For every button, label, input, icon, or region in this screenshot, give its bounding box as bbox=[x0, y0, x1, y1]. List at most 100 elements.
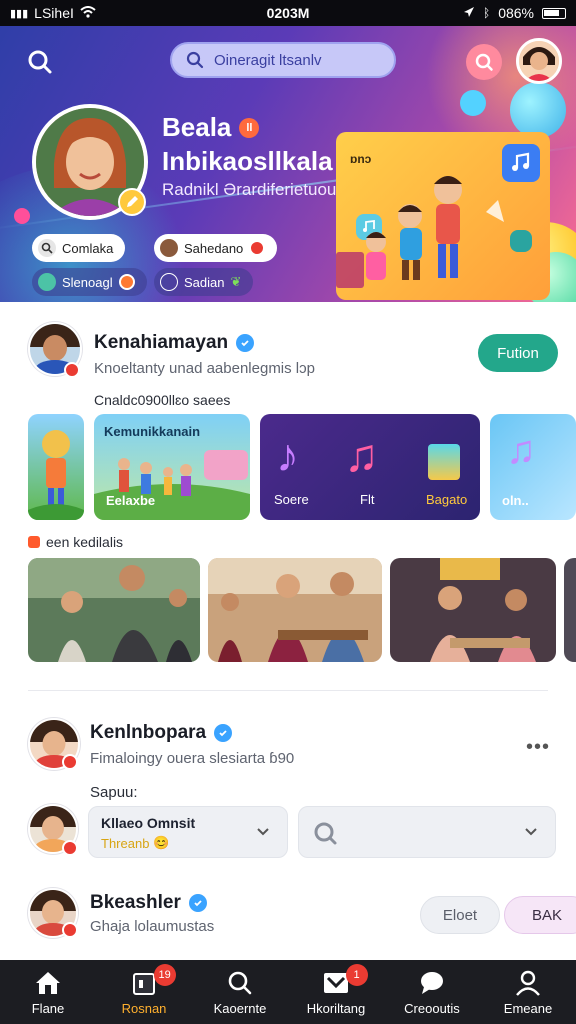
search-input[interactable]: Oineragit ltsanlv bbox=[170, 42, 396, 78]
emoji-icon: 😊 bbox=[153, 835, 170, 850]
nav-label: Creooutis bbox=[404, 1001, 460, 1016]
avatar-icon bbox=[38, 273, 56, 291]
author-badge bbox=[62, 922, 78, 938]
photo-tile-3[interactable] bbox=[390, 558, 556, 662]
photos-section-label: een kedilalis bbox=[28, 534, 123, 550]
search-icon bbox=[228, 971, 252, 995]
profile-handle: Inbikaosllkala bbox=[162, 146, 333, 176]
verified-icon bbox=[214, 724, 233, 742]
bottom-nav: Flane 19 Rosnan Kaoernte 1 Hkoriltang Cr… bbox=[0, 960, 576, 1024]
nav-profile[interactable]: Emeane bbox=[480, 960, 576, 1024]
profile-hero: Oineragit ltsanlv Beala ll Inbikaosllkal… bbox=[0, 26, 576, 302]
post-author-name[interactable]: Kenahiamayan bbox=[94, 332, 255, 354]
search-icon bbox=[314, 822, 337, 845]
reply-select-1[interactable]: Kllaeo Omnsit Threanb 😊 bbox=[88, 806, 288, 858]
nav-label: Flane bbox=[31, 1001, 65, 1016]
primary-button[interactable]: BAK bbox=[504, 896, 576, 934]
nav-label: Rosnan bbox=[121, 1001, 167, 1016]
emoji-icon bbox=[160, 273, 178, 291]
author-badge bbox=[62, 754, 78, 770]
nav-label: Hkoriltang bbox=[306, 1001, 366, 1016]
promo-card[interactable]: ɒnɔ bbox=[336, 132, 550, 300]
nav-label: Emeane bbox=[503, 1001, 553, 1016]
nav-home[interactable]: Flane bbox=[0, 960, 96, 1024]
nav-inbox[interactable]: 1 Hkoriltang bbox=[288, 960, 384, 1024]
profile-icon bbox=[516, 970, 540, 996]
chevron-down-icon bbox=[525, 828, 537, 836]
reply-label: Sapuu: bbox=[90, 784, 138, 801]
name-badge: ll bbox=[239, 117, 260, 138]
status-bar: ▮▮▮ LSiheI 0203M ᛒ 086% bbox=[0, 0, 576, 26]
post-subtitle: Knoeltanty unad aabenlegmis lɔp bbox=[94, 360, 315, 377]
verified-icon bbox=[236, 334, 255, 352]
home-icon bbox=[36, 972, 60, 994]
chip-slenoagl[interactable]: Slenoagl bbox=[32, 268, 147, 296]
section-label: Cnaldc0900llɛo saees bbox=[94, 392, 231, 408]
feed: Kenahiamayan Knoeltanty unad aabenlegmis… bbox=[0, 302, 576, 960]
story-caption: oln.. bbox=[502, 493, 529, 508]
search-icon bbox=[28, 50, 52, 74]
author-badge bbox=[62, 840, 78, 856]
notification-dot bbox=[249, 240, 266, 256]
secondary-button[interactable]: Eloet bbox=[420, 896, 500, 934]
chip-sahedano[interactable]: Sahedano bbox=[154, 234, 278, 262]
music-note-icon: ♫ bbox=[506, 428, 536, 472]
author-badge bbox=[64, 362, 80, 378]
pencil-icon bbox=[127, 196, 138, 207]
photo-tile-1[interactable] bbox=[28, 558, 200, 662]
music-note-icon: ♪ bbox=[276, 429, 299, 481]
chevron-down-icon bbox=[257, 828, 269, 836]
flag-icon bbox=[28, 536, 40, 548]
story-caption: Eelaxbe bbox=[106, 493, 156, 508]
kid-illustration bbox=[28, 430, 84, 520]
cafe-photo bbox=[208, 558, 382, 662]
story-card-1[interactable] bbox=[28, 414, 84, 520]
edit-photo-button[interactable] bbox=[118, 188, 146, 216]
music-label-1: Soere bbox=[274, 492, 309, 507]
search-placeholder: Oineragit ltsanlv bbox=[214, 51, 322, 69]
chip-comlaka[interactable]: Comlaka bbox=[32, 234, 126, 262]
photo-tile-4[interactable] bbox=[564, 558, 576, 662]
search-button[interactable] bbox=[22, 44, 58, 80]
photo-tile-2[interactable] bbox=[208, 558, 382, 662]
kids-illustration bbox=[336, 176, 504, 288]
follow-button[interactable]: Fution bbox=[478, 334, 558, 372]
story-card-2[interactable]: Kemunikkanain Eelaxbe bbox=[94, 414, 250, 520]
music-card[interactable]: ♪ ♫ Soere Flt Bagato bbox=[260, 414, 480, 520]
battery-percent: 086% bbox=[498, 5, 534, 21]
reply-select-2[interactable] bbox=[298, 806, 556, 858]
profile-name: Beala ll bbox=[162, 112, 260, 143]
nav-label: Kaoernte bbox=[213, 1001, 267, 1016]
restaurant-photo bbox=[390, 558, 556, 662]
divider bbox=[28, 690, 548, 691]
music-label-2: Flt bbox=[360, 492, 375, 507]
nav-rosnan[interactable]: 19 Rosnan bbox=[96, 960, 192, 1024]
notification-dot bbox=[118, 274, 135, 290]
story-card-4[interactable]: ♫ oln.. bbox=[490, 414, 576, 520]
leaf-icon: ❦ bbox=[230, 274, 242, 289]
nav-badge: 19 bbox=[153, 964, 176, 986]
location-icon bbox=[463, 5, 475, 21]
chat-icon bbox=[421, 972, 443, 994]
verified-icon bbox=[188, 894, 207, 912]
profile-tagline: Radnikl Ərardiferietuou bbox=[162, 180, 337, 199]
search-icon bbox=[475, 53, 493, 71]
search-icon bbox=[186, 51, 204, 69]
nav-chat[interactable]: Creooutis bbox=[384, 960, 480, 1024]
more-options-button[interactable]: ••• bbox=[526, 736, 550, 759]
music-label-3: Bagato bbox=[426, 492, 468, 507]
hero-action-button[interactable] bbox=[466, 44, 502, 80]
battery-icon bbox=[542, 7, 566, 19]
account-avatar[interactable] bbox=[516, 38, 562, 84]
chip-sadian[interactable]: Sadian ❦ bbox=[154, 268, 254, 296]
post-subtitle: Ghaja lolaumustas bbox=[90, 918, 215, 935]
post-author-name[interactable]: Bkeashler bbox=[90, 892, 207, 914]
search-icon bbox=[38, 239, 56, 257]
post-author-name[interactable]: Kenlnbopara bbox=[90, 722, 233, 744]
bluetooth-icon: ᛒ bbox=[482, 6, 491, 20]
music-note-icon: ♫ bbox=[344, 429, 379, 481]
nav-search[interactable]: Kaoernte bbox=[192, 960, 288, 1024]
nav-badge: 1 bbox=[345, 964, 368, 986]
cup-icon bbox=[428, 444, 460, 480]
avatar-icon bbox=[160, 239, 178, 257]
